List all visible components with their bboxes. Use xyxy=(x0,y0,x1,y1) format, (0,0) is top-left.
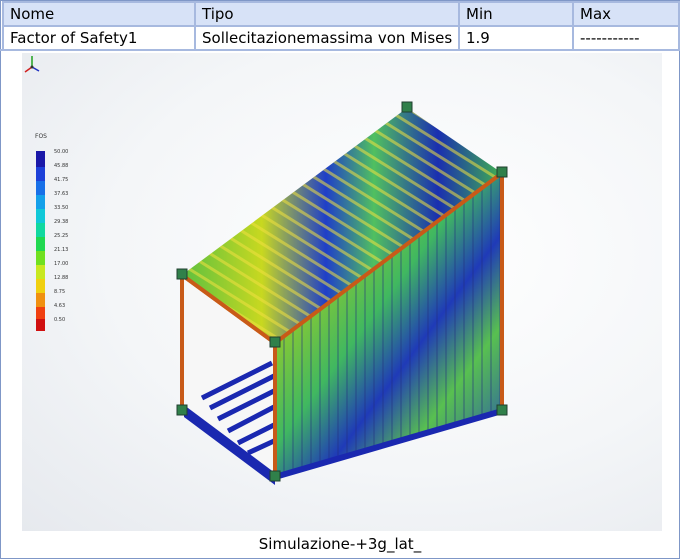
table-row: Factor of Safety1 Sollecitazionemassima … xyxy=(2,25,680,51)
axis-triad-icon xyxy=(24,56,40,73)
legend-tick: 12.88 xyxy=(54,275,69,281)
cell-min: 1.9 xyxy=(458,25,574,51)
header-min: Min xyxy=(458,1,574,27)
legend-tick: 0.50 xyxy=(54,317,66,323)
legend-tick: 45.88 xyxy=(54,163,69,169)
legend-tick: 25.25 xyxy=(54,233,69,239)
simulation-caption: Simulazione-+3g_lat_ xyxy=(258,535,422,553)
header-nome: Nome xyxy=(2,1,196,27)
legend-tick: 4.63 xyxy=(54,303,66,309)
section-divider xyxy=(0,49,680,51)
cell-nome: Factor of Safety1 xyxy=(2,25,196,51)
header-max: Max xyxy=(572,1,680,27)
table-header-row: Nome Tipo Min Max xyxy=(2,1,680,27)
container-model-render xyxy=(36,101,508,485)
legend-tick: 41.75 xyxy=(54,177,69,183)
simulation-viewport: FOS 50.00 45.88 41.75 37.63 33.50 29.38 … xyxy=(22,53,662,531)
legend-tick: 21.13 xyxy=(54,247,69,253)
cell-tipo: Sollecitazionemassima von Mises xyxy=(194,25,460,51)
cell-max: ----------- xyxy=(572,25,680,51)
legend-tick: 33.50 xyxy=(54,205,69,211)
legend-tick: 37.63 xyxy=(54,191,69,197)
legend-tick: 17.00 xyxy=(54,261,69,267)
fos-color-legend xyxy=(36,151,45,331)
legend-title: FOS xyxy=(35,133,47,140)
legend-tick: 50.00 xyxy=(54,149,69,155)
header-tipo: Tipo xyxy=(194,1,460,27)
legend-tick: 29.38 xyxy=(54,219,69,225)
legend-tick: 8.75 xyxy=(54,289,66,295)
result-table: Nome Tipo Min Max Factor of Safety1 Soll… xyxy=(2,1,680,51)
